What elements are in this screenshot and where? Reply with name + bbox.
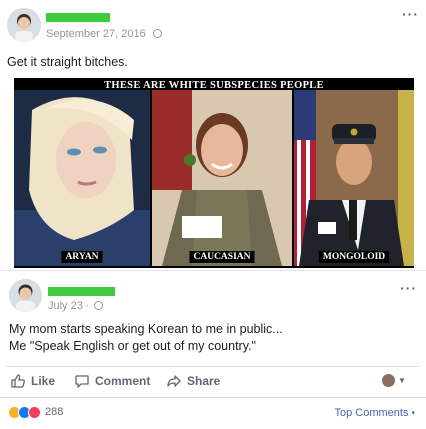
outer-post-options-icon[interactable]: ···	[402, 6, 419, 22]
share-label: Share	[187, 374, 221, 388]
meme-caption-1: ARYAN	[61, 251, 103, 263]
comment-button[interactable]: Comment	[74, 373, 150, 389]
outer-post-timestamp[interactable]: September 27, 2016	[46, 28, 146, 40]
thumbs-up-icon	[11, 374, 25, 388]
footer-divider	[0, 397, 426, 398]
post-as-avatar	[382, 374, 395, 387]
inner-post-divider	[0, 270, 426, 271]
meme-name-redaction-3	[318, 222, 336, 234]
inner-post-author-redacted[interactable]	[48, 287, 115, 296]
post-as-selector[interactable]: ▼	[382, 374, 406, 387]
outer-post-text: Get it straight bitches.	[7, 55, 128, 69]
inner-post-options-icon[interactable]: ···	[400, 280, 417, 296]
reaction-count: 288	[45, 406, 64, 418]
top-comments-label: Top Comments	[334, 407, 409, 419]
meme-image[interactable]: THESE ARE WHITE SUBSPECIES PEOPLE ARYAN	[14, 78, 414, 268]
meme-caption-2: CAUCASIAN	[189, 251, 255, 263]
inner-post-meta: July 23 ·	[48, 300, 103, 312]
reactions-summary[interactable]: 288	[8, 406, 68, 420]
chevron-down-icon: ▼	[398, 376, 406, 385]
inner-post-timestamp[interactable]: July 23	[48, 300, 83, 312]
meme-panel-3: MONGOLOID	[294, 90, 414, 266]
outer-post-author-redacted[interactable]	[46, 13, 110, 22]
meme-caption-3: MONGOLOID	[318, 251, 390, 263]
comment-label: Comment	[95, 374, 151, 388]
comment-icon	[75, 375, 89, 388]
like-label: Like	[31, 374, 56, 388]
globe-icon	[152, 29, 162, 38]
outer-post-meta: September 27, 2016	[46, 28, 162, 40]
globe-icon	[93, 301, 103, 310]
meme-panel-2: CAUCASIAN	[152, 90, 292, 266]
share-icon	[167, 375, 181, 387]
action-bar-top-divider	[6, 366, 420, 367]
top-comments-sort[interactable]: Top Comments ▾	[335, 407, 416, 419]
inner-post-text-line-1: My mom starts speaking Korean to me in p…	[9, 322, 283, 336]
inner-post-avatar[interactable]	[9, 279, 42, 312]
love-reaction-icon	[28, 406, 41, 419]
outer-post-avatar[interactable]	[7, 8, 41, 42]
like-button[interactable]: Like	[10, 373, 55, 389]
meme-panel-1: ARYAN	[14, 90, 150, 266]
caret-icon: ▾	[411, 410, 415, 417]
meme-name-redaction-2	[182, 216, 222, 238]
share-button[interactable]: Share	[166, 373, 220, 389]
inner-post-text-line-2: Me "Speak English or get out of my count…	[9, 339, 256, 353]
